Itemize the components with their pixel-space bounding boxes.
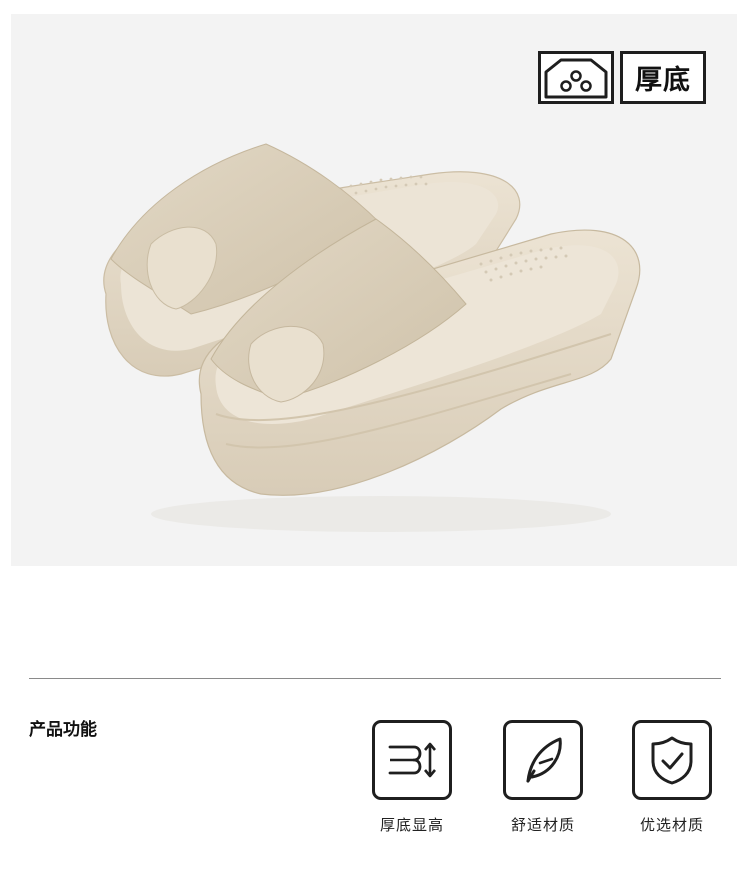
feature-label: 优选材质: [639, 816, 704, 834]
shoe-box-icon: [538, 51, 614, 104]
section-divider: [29, 678, 721, 679]
feature-comfort: 舒适材质: [483, 720, 603, 835]
features-title: 产品功能: [29, 720, 97, 740]
feature-thick-sole: 厚底显高: [352, 720, 472, 835]
shield-check-icon: [632, 720, 712, 800]
feather-icon: [503, 720, 583, 800]
badge-label: 厚底: [635, 65, 691, 96]
feature-label: 舒适材质: [510, 816, 575, 834]
feature-label: 厚底显高: [379, 816, 444, 834]
height-arrow-icon: [372, 720, 452, 800]
feature-quality: 优选材质: [612, 720, 732, 835]
thick-sole-badge: 厚底: [620, 51, 706, 104]
